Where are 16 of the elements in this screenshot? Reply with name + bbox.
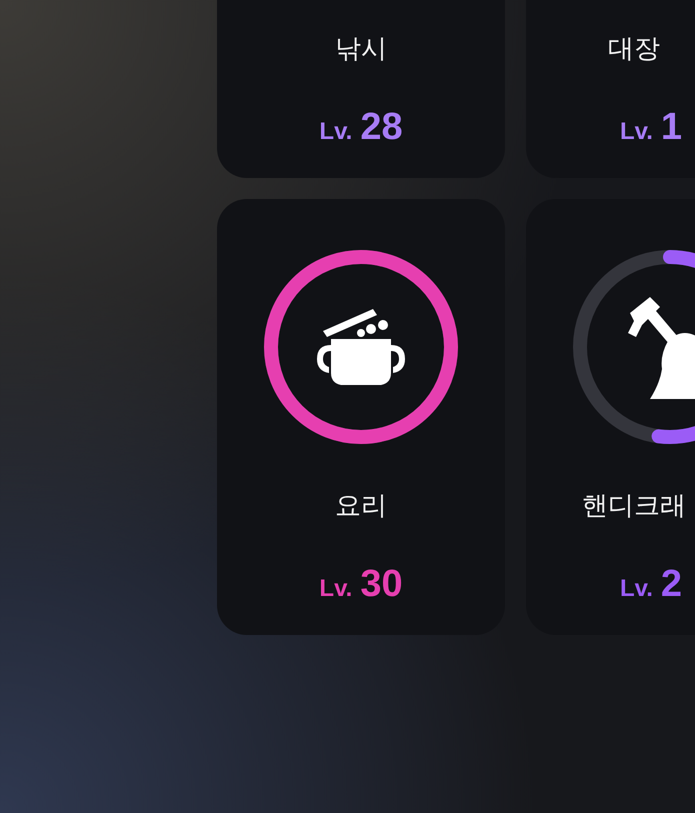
level-prefix: Lv.	[620, 574, 653, 604]
level-value: 28	[360, 106, 403, 148]
skill-card[interactable]: 요리 Lv. 30	[217, 199, 505, 635]
skill-name: 핸디크래	[582, 490, 686, 520]
skill-card[interactable]: 핸디크래 Lv. 2	[526, 199, 695, 635]
level-prefix: Lv.	[620, 117, 653, 147]
level-prefix: Lv.	[319, 574, 352, 604]
level-prefix: Lv.	[319, 117, 352, 147]
skill-name: 낚시	[335, 33, 387, 63]
skill-card[interactable]: 대장 Lv. 1	[526, 0, 695, 178]
level-value: 30	[360, 563, 403, 605]
skill-name: 요리	[335, 490, 387, 520]
skill-card[interactable]: 낚시 Lv. 28	[217, 0, 505, 178]
level-value: 2	[660, 563, 682, 605]
level-value: 1	[660, 106, 682, 148]
skill-name: 대장	[608, 33, 660, 63]
